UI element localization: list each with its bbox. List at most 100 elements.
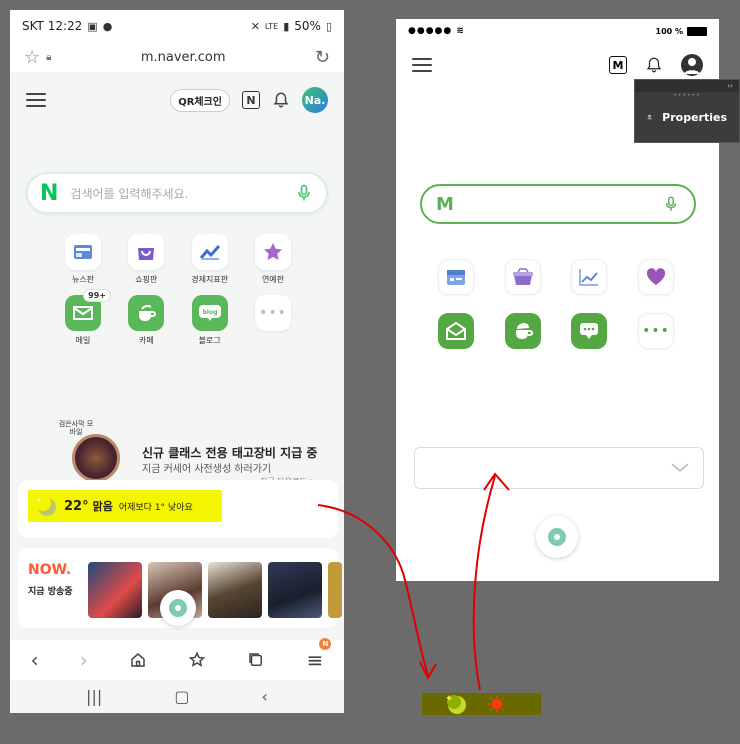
naver-header: QR체크인 N Na.	[10, 82, 344, 118]
network-label: LTE	[264, 21, 279, 31]
battery-icon: ▯	[325, 19, 332, 33]
chevron-down-icon	[671, 463, 689, 472]
basket-icon[interactable]	[504, 259, 541, 295]
cafe-icon[interactable]	[504, 313, 541, 349]
tabs-icon[interactable]	[247, 651, 265, 669]
shopping-bag-icon	[128, 234, 165, 270]
menu-icon[interactable]: ≡ N	[307, 638, 332, 672]
weather-temp: 22°	[64, 498, 89, 514]
live-thumbnail[interactable]	[328, 562, 342, 618]
chart-icon	[191, 234, 228, 270]
back-icon[interactable]: ‹	[31, 648, 39, 672]
shortcut-cafe[interactable]: 카페	[121, 295, 171, 346]
weather-compare: 어제보다 1° 낮아요	[118, 502, 193, 513]
forward-icon[interactable]: ›	[80, 648, 88, 672]
game-emblem-image	[72, 434, 120, 482]
weather-card[interactable]: 22° 맑음 어제보다 1° 낮아요 ›	[18, 480, 338, 538]
properties-button[interactable]: Properties	[635, 100, 739, 134]
mock-battery-level: 100 %	[655, 26, 684, 36]
shortcut-shopping[interactable]: 쇼핑판	[121, 234, 171, 285]
shortcut-mail[interactable]: 99+ 메일	[58, 289, 111, 346]
signal-dots-icon: ●●●●● ≋	[408, 26, 465, 36]
shortcut-more[interactable]: •••	[248, 295, 298, 346]
green-dot-button[interactable]	[160, 590, 196, 626]
mock-logo: M	[436, 193, 454, 215]
bookmark-star-icon[interactable]: ☆	[24, 47, 40, 68]
user-icon[interactable]	[681, 54, 703, 76]
heart-icon[interactable]	[637, 259, 674, 295]
bell-icon[interactable]	[272, 91, 290, 109]
now-logo: NOW.	[28, 562, 72, 578]
search-input[interactable]: 검색어를 입력해주세요.	[70, 185, 294, 202]
collapse-icon[interactable]: ››	[635, 80, 739, 92]
weather-condition: 맑음	[92, 500, 113, 513]
sun-icon[interactable]	[488, 695, 506, 713]
promo-banner[interactable]: 검은사막 모바일 신규 클래스 전용 태고장비 지급 중 지금 커세어 사전생성…	[26, 418, 326, 486]
line-chart-icon[interactable]	[571, 259, 608, 295]
home-circle-icon[interactable]: ▢	[174, 687, 189, 706]
properties-panel: ›› •••••• Properties	[634, 79, 740, 143]
shortcut-economy[interactable]: 경제지표판	[185, 234, 235, 285]
carrier-time: SKT 12:22	[22, 19, 83, 33]
promo-title: 신규 클래스 전용 태고장비 지급 중	[142, 446, 318, 460]
promo-subtitle: 지금 커세어 사전생성 하러가기	[142, 464, 272, 475]
live-thumbnail[interactable]	[268, 562, 322, 618]
day-night-toggle[interactable]	[422, 693, 541, 715]
system-back-icon[interactable]: ‹	[262, 687, 268, 706]
live-thumbnail[interactable]	[88, 562, 142, 618]
green-dot-button[interactable]	[536, 516, 578, 558]
recent-apps-icon[interactable]: |||	[86, 687, 102, 706]
naver-logo: N	[40, 180, 59, 206]
reload-icon[interactable]: ↻	[315, 47, 330, 68]
mic-icon[interactable]	[662, 194, 680, 214]
mock-dropdown[interactable]	[414, 447, 704, 489]
mail-badge: 99+	[83, 289, 111, 302]
mail-icon[interactable]	[438, 313, 474, 349]
bookmarks-icon[interactable]	[188, 651, 206, 669]
n-icon[interactable]: N	[242, 91, 260, 109]
status-bar: SKT 12:22 ▣ ● ✕ LTE ▮ 50% ▯	[10, 10, 344, 42]
properties-label: Properties	[662, 110, 727, 124]
home-icon[interactable]	[129, 651, 147, 669]
menu-icon[interactable]	[26, 93, 46, 107]
naver-mobile-screenshot: SKT 12:22 ▣ ● ✕ LTE ▮ 50% ▯ ☆ 🔒︎ m.naver…	[10, 10, 344, 713]
shortcut-news[interactable]: 뉴스판	[58, 234, 108, 285]
more-icon[interactable]: •••	[637, 313, 674, 349]
mic-icon[interactable]	[294, 182, 314, 204]
mock-search-bar[interactable]: M	[420, 184, 696, 224]
newspaper-icon	[65, 234, 101, 270]
properties-icon	[647, 114, 652, 120]
cafe-icon	[128, 295, 165, 331]
message-icon: ●	[102, 19, 113, 33]
more-icon: •••	[254, 295, 291, 331]
grip-handle[interactable]: ••••••	[635, 92, 739, 100]
m-icon[interactable]: M	[609, 56, 627, 74]
system-nav-bar: ||| ▢ ‹	[10, 680, 344, 713]
avatar[interactable]: Na.	[302, 87, 328, 113]
svg-text:blog: blog	[202, 309, 217, 316]
calendar-icon[interactable]	[438, 259, 474, 295]
live-thumbnail[interactable]	[208, 562, 262, 618]
chat-bubble-icon[interactable]	[571, 313, 608, 349]
star-icon	[254, 234, 291, 270]
browser-url-bar: ☆ 🔒︎ m.naver.com ↻	[10, 42, 344, 72]
shortcut-blog[interactable]: blog 블로그	[185, 295, 235, 346]
mock-shortcut-grid: •••	[438, 259, 674, 367]
moon-icon	[35, 495, 56, 516]
qr-checkin-button[interactable]: QR체크인	[170, 88, 230, 112]
menu-icon[interactable]	[412, 58, 432, 72]
green-dot-icon	[548, 528, 566, 546]
shortcut-grid: 뉴스판 쇼핑판 경제지표판 연예판 99+ 메일 카페 blog 블로그 •••	[58, 234, 298, 356]
shortcut-entertainment[interactable]: 연예판	[248, 234, 298, 285]
moon-icon[interactable]	[444, 693, 470, 715]
url-text[interactable]: m.naver.com	[51, 50, 314, 65]
green-dot-icon	[169, 599, 187, 617]
gallery-icon: ▣	[87, 19, 98, 33]
battery-level: 50%	[294, 19, 321, 33]
bell-icon[interactable]	[645, 56, 663, 74]
blog-icon: blog	[191, 295, 228, 331]
mock-status-bar: ●●●●● ≋ 100 %	[396, 19, 719, 43]
chevron-right-icon[interactable]: ›	[324, 504, 328, 514]
mock-header: M	[396, 51, 719, 79]
search-bar[interactable]: N 검색어를 입력해주세요.	[26, 172, 328, 214]
